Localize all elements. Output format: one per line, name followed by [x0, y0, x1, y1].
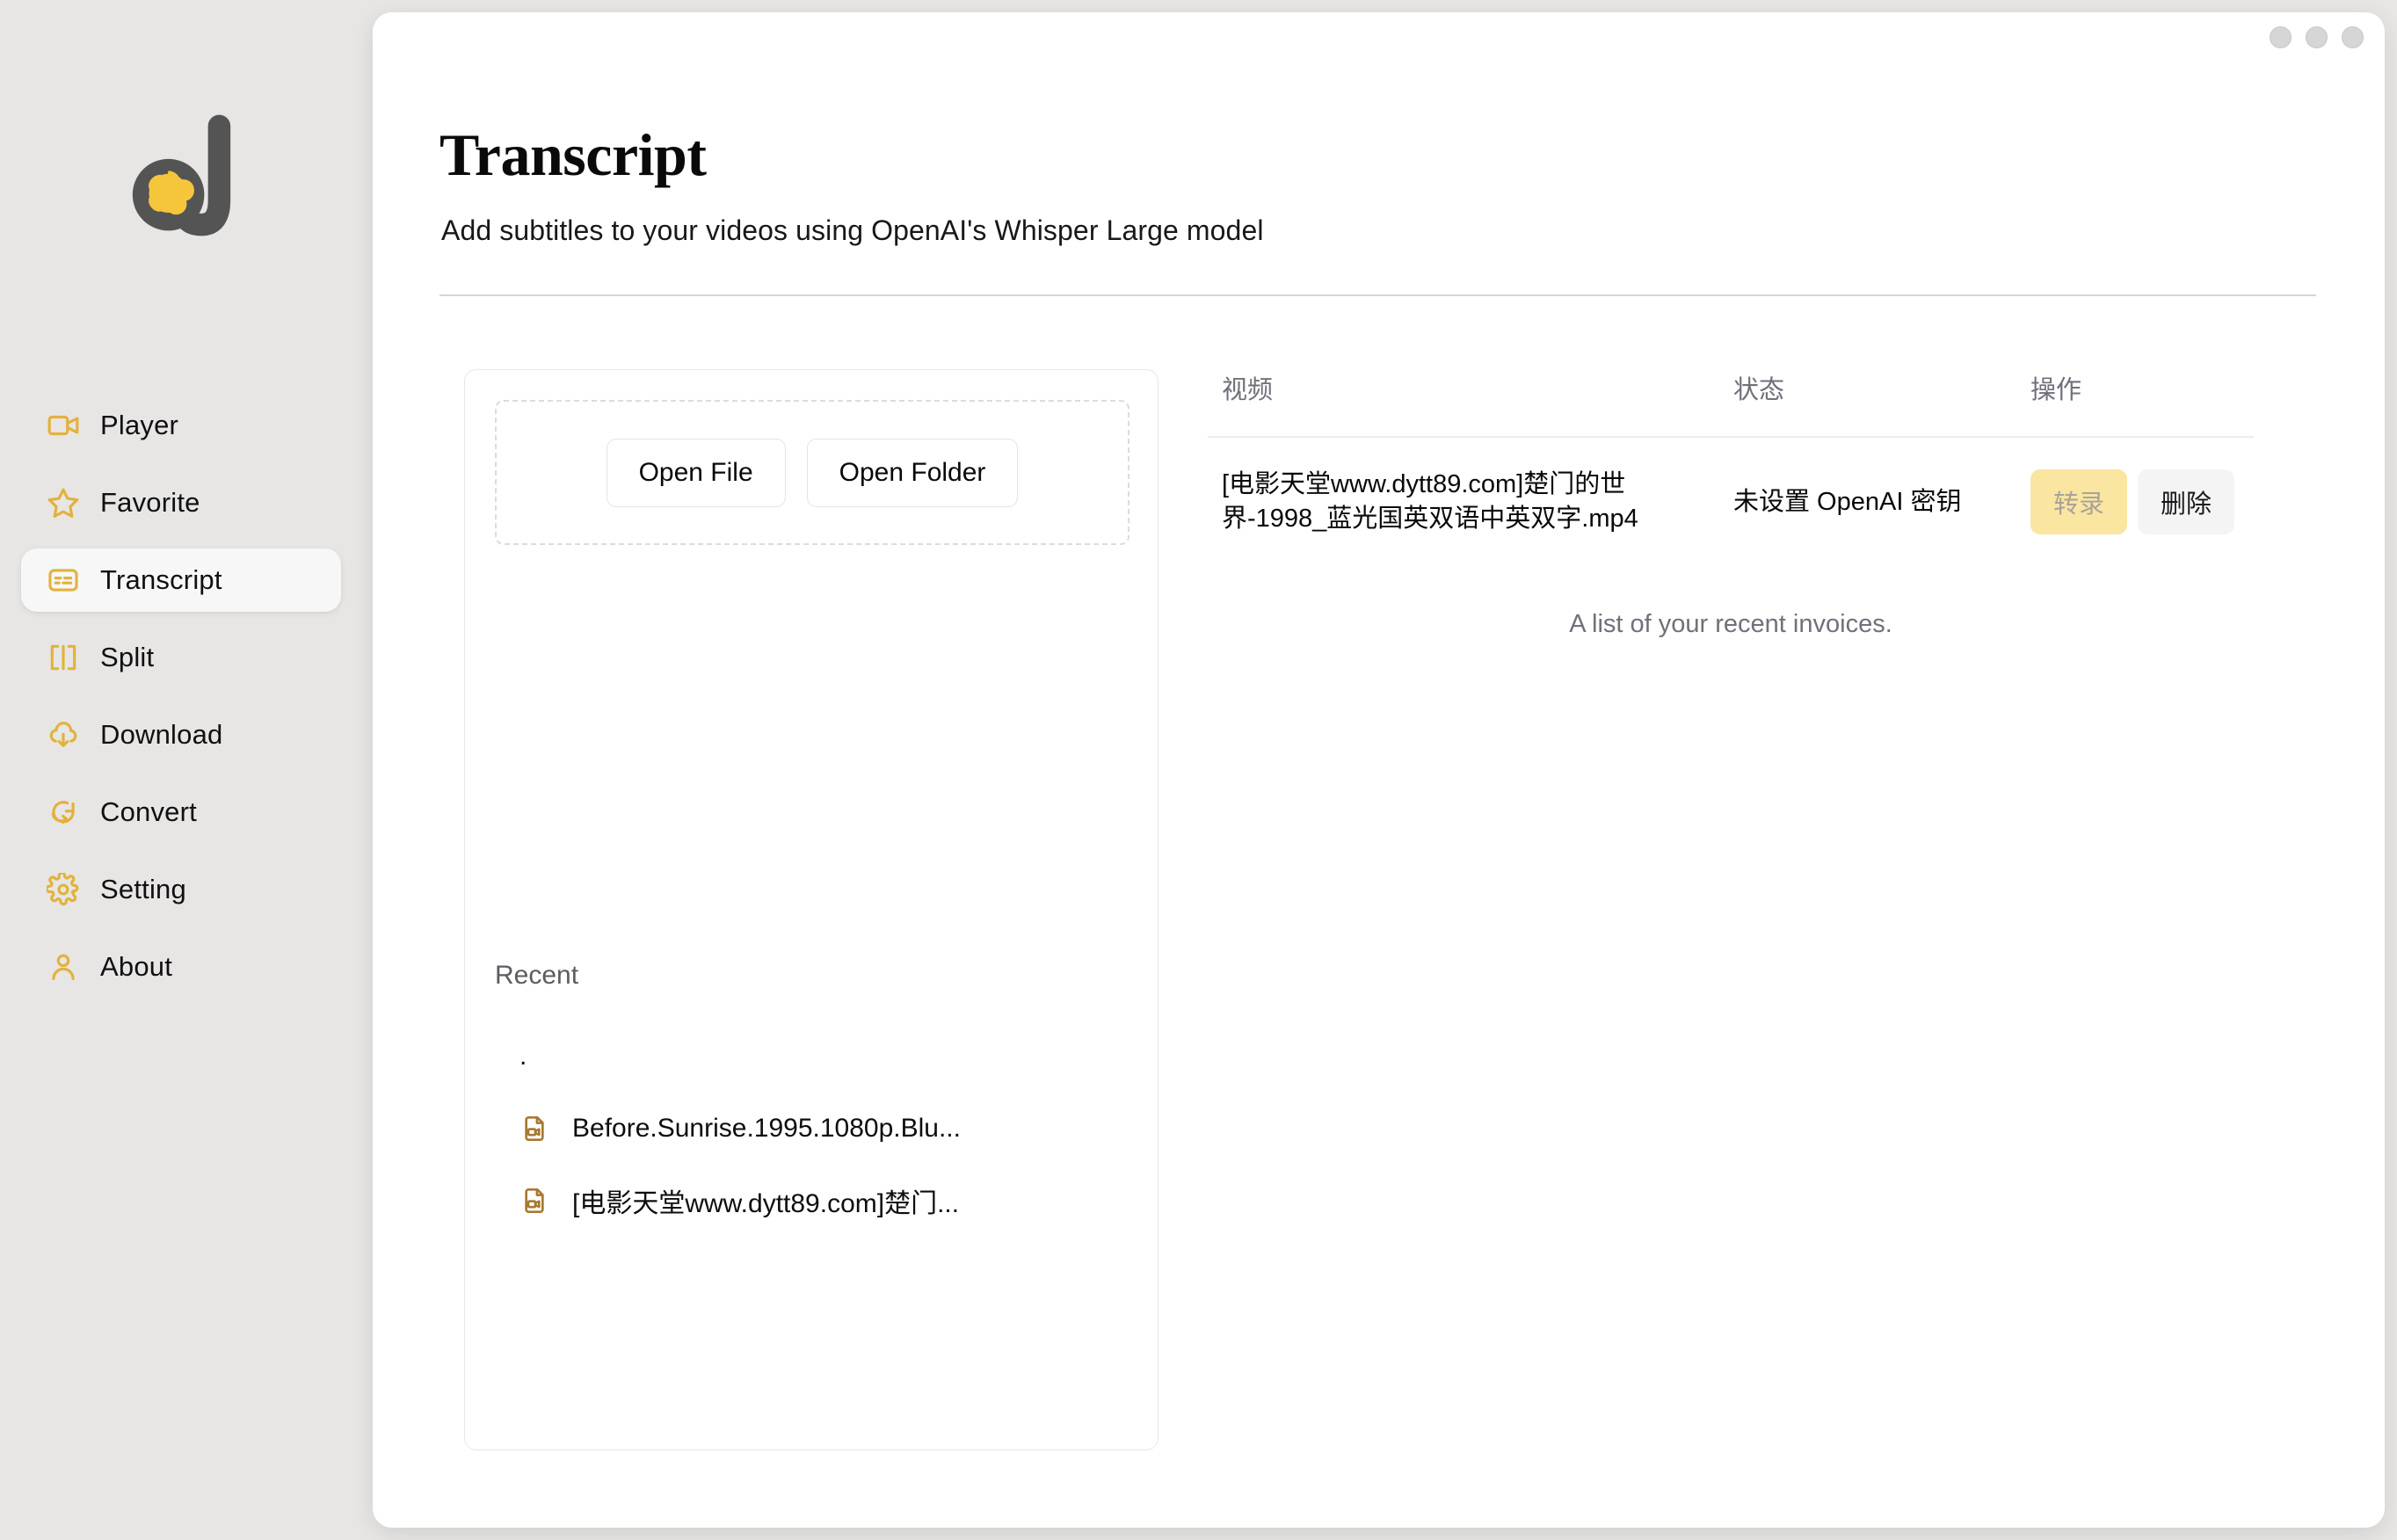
video-table: 视频 状态 操作 [电影天堂www.dytt89.com]楚门的世界-1998_…: [1208, 369, 2254, 566]
gear-icon: [46, 872, 81, 907]
sidebar-item-label: Transcript: [100, 564, 222, 595]
sidebar-item-download[interactable]: Download: [21, 703, 341, 766]
column-header-status: 状态: [1719, 369, 2016, 438]
sidebar-item-about[interactable]: About: [21, 935, 341, 999]
sidebar-item-setting[interactable]: Setting: [21, 858, 341, 921]
transcribe-button[interactable]: 转录: [2030, 469, 2128, 535]
sidebar-item-label: Favorite: [100, 487, 200, 518]
table-body: [电影天堂www.dytt89.com]楚门的世界-1998_蓝光国英双语中英双…: [1208, 437, 2254, 566]
star-icon: [46, 485, 81, 520]
convert-icon: [46, 795, 81, 830]
column-header-video: 视频: [1208, 369, 1719, 438]
page-title: Transcript: [439, 121, 707, 188]
sidebar: Player Favorite Transcript Split Downloa…: [0, 0, 373, 1540]
sidebar-item-label: About: [100, 951, 173, 982]
sidebar-item-label: Split: [100, 642, 155, 672]
sidebar-item-label: Download: [100, 719, 223, 750]
table-row: [电影天堂www.dytt89.com]楚门的世界-1998_蓝光国英双语中英双…: [1208, 437, 2254, 566]
recent-item-label: [电影天堂www.dytt89.com]楚门...: [572, 1189, 960, 1218]
video-camera-icon: [46, 408, 81, 443]
sidebar-item-label: Convert: [100, 796, 197, 827]
page-subtitle: Add subtitles to your videos using OpenA…: [441, 214, 1264, 246]
file-picker-card: Open File Open Folder Recent . Before.Su…: [464, 369, 1159, 1450]
table-caption: A list of your recent invoices.: [1569, 610, 1892, 638]
user-icon: [46, 949, 81, 984]
sidebar-item-label: Player: [100, 410, 179, 440]
sidebar-item-convert[interactable]: Convert: [21, 781, 341, 844]
close-dot[interactable]: [2342, 26, 2364, 48]
app-logo: [0, 104, 373, 262]
open-folder-button[interactable]: Open Folder: [806, 438, 1019, 507]
page-content: Transcript Add subtitles to your videos …: [439, 12, 2385, 1528]
sidebar-item-label: Setting: [100, 874, 186, 904]
table-header: 视频 状态 操作: [1208, 369, 2254, 438]
sidebar-item-player[interactable]: Player: [21, 394, 341, 457]
sidebar-item-favorite[interactable]: Favorite: [21, 471, 341, 534]
sidebar-item-split[interactable]: Split: [21, 626, 341, 689]
file-dropzone[interactable]: Open File Open Folder: [495, 400, 1129, 545]
recent-heading: Recent: [495, 961, 579, 990]
column-header-action: 操作: [2016, 369, 2254, 438]
app-root: Player Favorite Transcript Split Downloa…: [0, 0, 2397, 1540]
video-table-wrap: 视频 状态 操作 [电影天堂www.dytt89.com]楚门的世界-1998_…: [1208, 369, 2254, 566]
cell-video-name: [电影天堂www.dytt89.com]楚门的世界-1998_蓝光国英双语中英双…: [1222, 470, 1638, 534]
delete-button[interactable]: 删除: [2138, 469, 2235, 535]
row-action-group: 转录 删除: [2030, 469, 2254, 535]
list-item[interactable]: Before.Sunrise.1995.1080p.Blu...: [495, 1093, 1129, 1165]
main-panel: Transcript Add subtitles to your videos …: [373, 12, 2385, 1528]
open-file-button[interactable]: Open File: [606, 438, 786, 507]
maximize-dot[interactable]: [2306, 26, 2328, 48]
list-item[interactable]: [电影天堂www.dytt89.com]楚门...: [495, 1165, 1129, 1237]
header-divider: [439, 294, 2316, 296]
file-video-icon: [519, 1114, 549, 1144]
cloud-download-icon: [46, 717, 81, 752]
list-item[interactable]: .: [495, 1021, 1129, 1093]
cell-video-status: 未设置 OpenAI 密钥: [1733, 487, 1962, 516]
recent-item-label: Before.Sunrise.1995.1080p.Blu...: [572, 1114, 961, 1143]
file-video-icon: [519, 1186, 549, 1216]
dinoly-logo-icon: [132, 114, 231, 236]
recent-list: . Before.Sunrise.1995.1080p.Blu... [电影天堂…: [495, 1021, 1129, 1237]
captions-icon: [46, 563, 81, 598]
split-icon: [46, 640, 81, 675]
window-controls: [2270, 26, 2364, 48]
sidebar-nav: Player Favorite Transcript Split Downloa…: [0, 394, 373, 1013]
recent-item-label: .: [519, 1042, 527, 1071]
sidebar-item-transcript[interactable]: Transcript: [21, 548, 341, 612]
minimize-dot[interactable]: [2270, 26, 2292, 48]
cell-actions: 转录 删除: [2016, 437, 2254, 566]
table-header-row: 视频 状态 操作: [1208, 369, 2254, 438]
